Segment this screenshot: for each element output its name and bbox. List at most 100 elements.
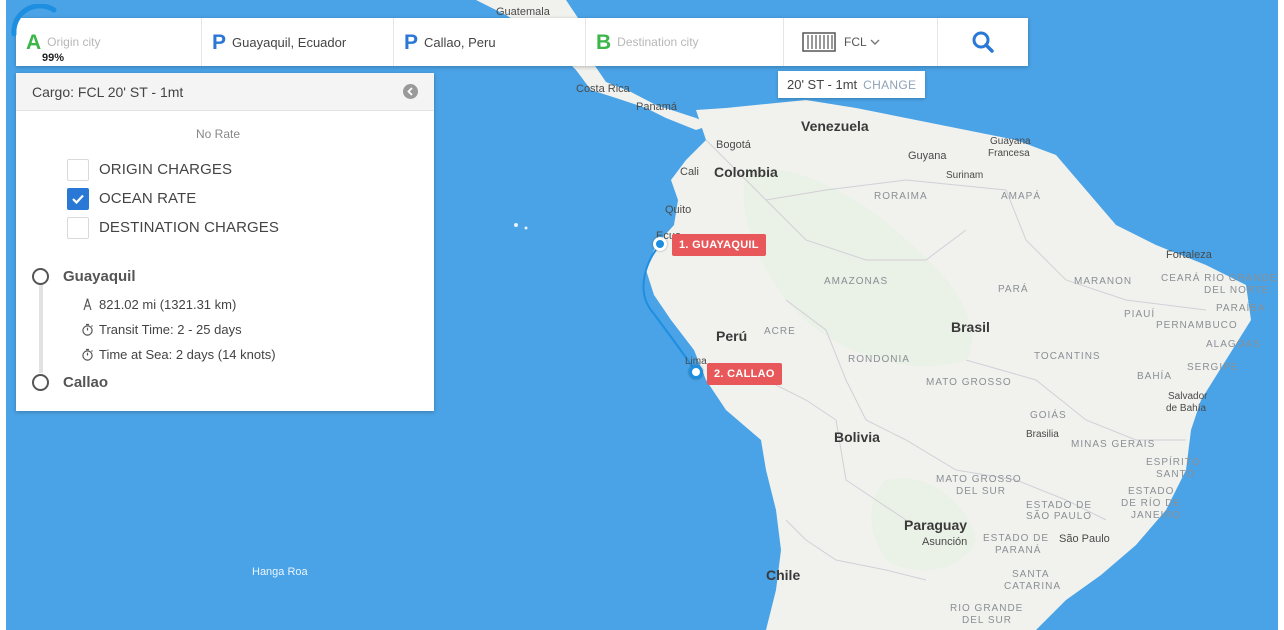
map-label-chile: Chile (766, 567, 801, 583)
map-label-para: PARÁ (998, 284, 1029, 295)
container-icon (802, 32, 836, 52)
map-label-santa: SANTA (1012, 569, 1050, 580)
destination-charges-option[interactable]: DESTINATION CHARGES (67, 213, 434, 242)
map-label-del-sur: DEL SUR (956, 486, 1006, 497)
stop-ring-icon (32, 267, 49, 285)
map-label-rio-grande: RIO GRANDE (950, 603, 1024, 614)
search-icon (972, 31, 994, 53)
route-transit-time: Transit Time: 2 - 25 days (79, 317, 434, 342)
map-label-venezuela: Venezuela (801, 118, 869, 134)
destination-charges-checkbox[interactable] (67, 216, 89, 239)
map-label-bolivia: Bolivia (834, 429, 880, 445)
search-button[interactable] (938, 18, 1028, 66)
route-connector-line (39, 285, 43, 373)
route-summary: Guayaquil 821.02 mi (1321.31 km) Transit… (16, 265, 434, 393)
origin-charges-label: ORIGIN CHARGES (99, 161, 233, 178)
stop-ring-icon (32, 373, 49, 391)
destination-port-field[interactable]: P Callao, Peru (394, 18, 586, 66)
route-destination-name: Callao (63, 373, 109, 391)
map-label-sao-paulo-state: SÃO PAULO (1026, 511, 1093, 522)
origin-charges-option[interactable]: ORIGIN CHARGES (67, 155, 434, 184)
map-label-peru: Perú (716, 328, 748, 344)
map-label-guayana-francesa: Guayana (990, 136, 1031, 147)
change-cargo-link[interactable]: CHANGE (863, 78, 916, 92)
route-stop-destination: Callao (32, 371, 434, 393)
map-label-costa-rica: Costa Rica (576, 83, 630, 95)
map-label-panama: Panamá (636, 101, 677, 113)
destination-port-tag[interactable]: 2. CALLAO (707, 363, 782, 385)
distance-compass-icon (79, 298, 95, 311)
map-label-de-bahia: de Bahía (1166, 403, 1207, 414)
map-label-asuncion: Asunción (922, 536, 968, 548)
destination-city-field[interactable]: B Destination city (586, 18, 784, 66)
map-label-brasil: Brasil (951, 319, 990, 335)
origin-port-field[interactable]: P Guayaquil, Ecuador (202, 18, 394, 66)
ocean-rate-label: OCEAN RATE (99, 190, 197, 207)
destination-city-placeholder: Destination city (617, 35, 699, 49)
origin-port-tag[interactable]: 1. GUAYAQUIL (672, 234, 766, 256)
map-label-salvador: Salvador (1168, 391, 1208, 402)
map-label-acre: ACRE (764, 326, 796, 337)
shipment-mode-select[interactable]: FCL (784, 18, 938, 66)
map-label-tocantins: TOCANTINS (1034, 351, 1101, 362)
map-label-mato-grosso-sul: MATO GROSSO (936, 474, 1022, 485)
chevron-down-icon (870, 39, 880, 45)
destination-port-value: Callao, Peru (424, 34, 496, 50)
map-label-catarina: CATARINA (1004, 581, 1062, 592)
loading-progress-label: 99% (42, 52, 65, 64)
map-label-hanga-roa: Hanga Roa (252, 566, 308, 578)
no-rate-label: No Rate (195, 127, 241, 141)
destination-letter: B (596, 30, 612, 54)
map-label-surinam: Surinam (946, 170, 984, 181)
checkmark-icon (72, 194, 84, 204)
map-label-brasilia: Brasilia (1026, 429, 1059, 440)
shipment-mode-value: FCL (844, 35, 867, 49)
map-label-maranhao: MARANON (1074, 276, 1133, 287)
map-label-quito: Quito (665, 204, 692, 216)
map-label-minas-gerais: MINAS GERAIS (1071, 439, 1156, 450)
stopwatch-icon (79, 323, 95, 336)
origin-city-field[interactable]: A Origin city 99% (11, 4, 202, 66)
map-label-espirito: ESPÍRITO (1146, 457, 1201, 468)
route-distance-value: 821.02 mi (1321.31 km) (99, 297, 237, 312)
map-label-estado-rio: ESTADO (1128, 486, 1175, 497)
map-label-amazonas: AMAZONAS (824, 276, 889, 287)
origin-port-marker[interactable] (653, 237, 667, 251)
route-details: 821.02 mi (1321.31 km) Transit Time: 2 -… (32, 292, 434, 367)
destination-charges-label: DESTINATION CHARGES (99, 219, 279, 236)
map-label-sao-paulo: São Paulo (1059, 533, 1110, 545)
panel-title: Cargo: FCL 20' ST - 1mt (32, 83, 184, 100)
map-label-roraima: RORAIMA (874, 191, 928, 202)
origin-charges-checkbox[interactable] (67, 158, 89, 181)
map-label-rondonia: RONDONIA (848, 354, 910, 365)
route-distance: 821.02 mi (1321.31 km) (79, 292, 434, 317)
route-search-bar: A Origin city 99% P Guayaquil, Ecuador P… (11, 4, 1028, 66)
panel-header: Cargo: FCL 20' ST - 1mt (16, 73, 434, 111)
map-label-estado-de-sp: ESTADO DE (1026, 500, 1093, 511)
ocean-rate-option[interactable]: OCEAN RATE (67, 184, 434, 213)
map-label-mato-grosso: MATO GROSSO (926, 377, 1012, 388)
route-transit-time-value: Transit Time: 2 - 25 days (99, 322, 242, 337)
map-label-amapa: AMAPÁ (1001, 191, 1042, 202)
map-label-guyana: Guyana (908, 150, 947, 162)
map-label-francesa: Francesa (988, 148, 1030, 159)
cargo-details-panel: Cargo: FCL 20' ST - 1mt No Rate ORIGIN C… (16, 73, 434, 411)
map-label-bahia: BAHÍA (1137, 371, 1173, 382)
destination-port-marker[interactable] (689, 365, 703, 379)
map-label-santo: SANTO (1156, 469, 1196, 480)
map-label-rio-grande-del-sur: DEL SUR (962, 615, 1012, 626)
map-label-piaui: PIAUÍ (1124, 309, 1156, 320)
map-label-paraguay: Paraguay (904, 517, 968, 533)
map-label-janeiro: JANEIRO (1131, 510, 1182, 521)
route-time-at-sea: Time at Sea: 2 days (14 knots) (79, 342, 434, 367)
map-label-estado-de-parana: ESTADO DE (983, 533, 1050, 544)
ocean-rate-checkbox[interactable] (67, 187, 89, 210)
cargo-size-text: 20' ST - 1mt (787, 77, 858, 92)
route-origin-name: Guayaquil (63, 267, 136, 285)
route-stop-origin: Guayaquil (32, 265, 434, 287)
map-label-de-rio-de: DE RÍO DE (1121, 498, 1182, 509)
back-arrow-icon[interactable] (403, 84, 418, 99)
origin-port-letter: P (212, 30, 227, 54)
map-label-parana: PARANÁ (995, 545, 1042, 556)
stopwatch-icon (79, 348, 95, 361)
